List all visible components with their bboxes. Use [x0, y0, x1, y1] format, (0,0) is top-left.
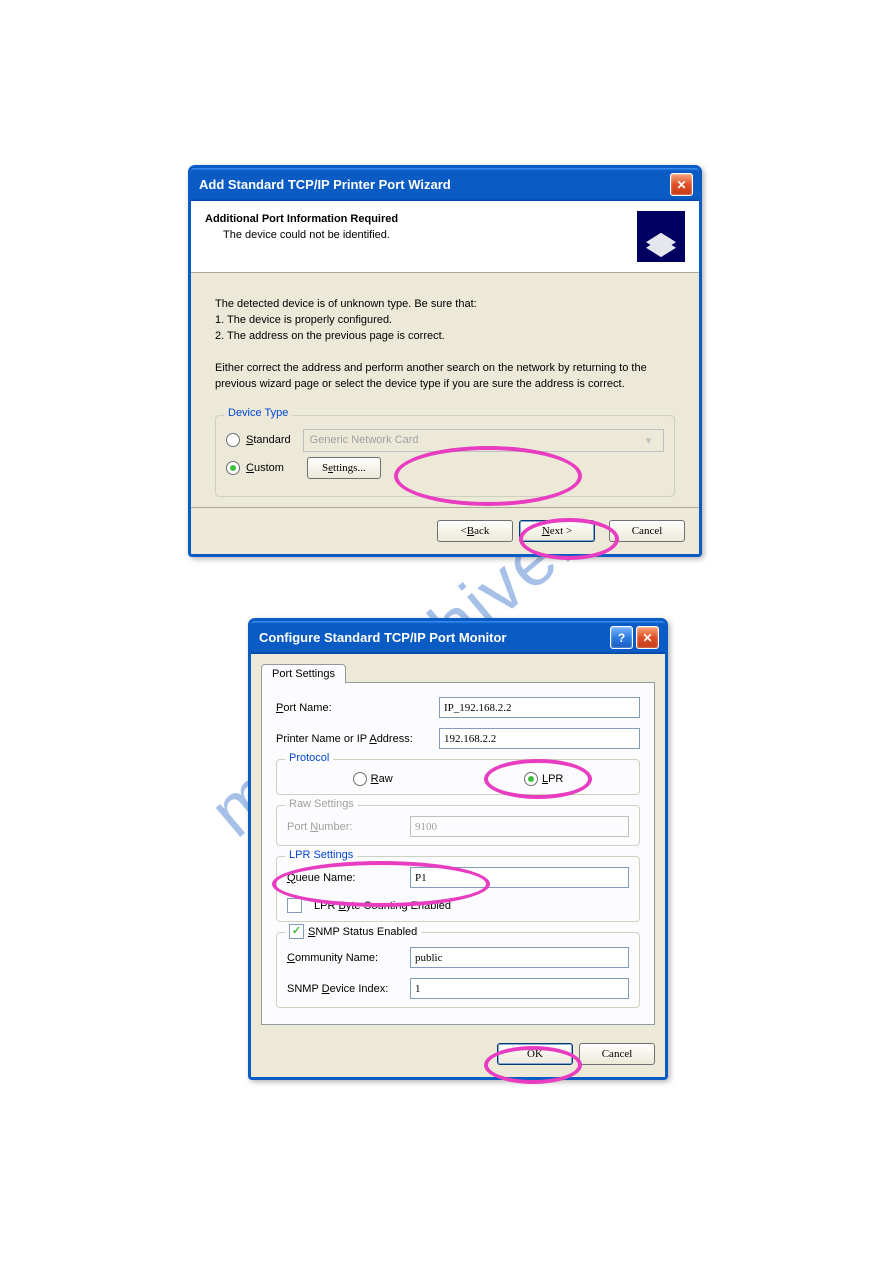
custom-radio[interactable]	[226, 461, 240, 475]
device-type-legend: Device Type	[224, 407, 292, 419]
snmp-group: SNMP Status Enabled Community Name: publ…	[276, 932, 640, 1008]
community-name-input[interactable]: public	[410, 947, 629, 968]
standard-radio[interactable]	[226, 433, 240, 447]
back-button[interactable]: < Back	[437, 520, 513, 542]
ok-button[interactable]: OK	[497, 1043, 573, 1065]
port-name-input[interactable]: IP_192.168.2.2	[439, 697, 640, 718]
raw-settings-legend: Raw Settings	[285, 798, 358, 810]
printer-icon	[637, 211, 685, 262]
standard-radio-label: Standard	[246, 434, 291, 446]
queue-name-input[interactable]: P1	[410, 867, 629, 888]
lpr-byte-counting-label: LPR Byte Counting Enabled	[314, 900, 451, 912]
device-type-group: Device Type Standard Generic Network Car…	[215, 415, 675, 497]
community-name-label: Community Name:	[287, 952, 402, 964]
tab-port-settings[interactable]: Port Settings	[261, 664, 346, 683]
wizard-header: Additional Port Information Required The…	[191, 201, 699, 273]
lpr-settings-legend: LPR Settings	[285, 849, 357, 861]
raw-settings-group: Raw Settings Port Number: 9100	[276, 805, 640, 846]
port-number-input: 9100	[410, 816, 629, 837]
port-monitor-dialog: Configure Standard TCP/IP Port Monitor ?…	[248, 618, 668, 1080]
snmp-enabled-label: SNMP Status Enabled	[308, 926, 417, 938]
protocol-group: Protocol Raw LPR	[276, 759, 640, 795]
port-monitor-title-text: Configure Standard TCP/IP Port Monitor	[259, 630, 506, 645]
close-icon[interactable]: ✕	[670, 173, 693, 196]
snmp-index-input[interactable]: 1	[410, 978, 629, 999]
raw-radio[interactable]	[353, 772, 367, 786]
lpr-radio[interactable]	[524, 772, 538, 786]
wizard-titlebar[interactable]: Add Standard TCP/IP Printer Port Wizard …	[191, 168, 699, 201]
next-button[interactable]: Next >	[519, 520, 595, 542]
cancel-button[interactable]: Cancel	[579, 1043, 655, 1065]
port-name-label: Port Name:	[276, 702, 431, 714]
wizard-header-subtitle: The device could not be identified.	[205, 229, 398, 241]
printer-address-label: Printer Name or IP Address:	[276, 733, 431, 745]
settings-button[interactable]: Settings...	[307, 457, 381, 479]
wizard-body-text: The detected device is of unknown type. …	[215, 297, 675, 393]
tab-panel: Port Name: IP_192.168.2.2 Printer Name o…	[261, 682, 655, 1025]
help-icon[interactable]: ?	[610, 626, 633, 649]
close-icon[interactable]: ✕	[636, 626, 659, 649]
raw-radio-label: Raw	[371, 773, 393, 785]
device-dropdown: Generic Network Card ▾	[303, 429, 664, 452]
lpr-settings-group: LPR Settings Queue Name: P1 LPR Byte Cou…	[276, 856, 640, 922]
port-number-label: Port Number:	[287, 821, 402, 833]
port-monitor-titlebar[interactable]: Configure Standard TCP/IP Port Monitor ?…	[251, 621, 665, 654]
queue-name-label: Queue Name:	[287, 872, 402, 884]
protocol-legend: Protocol	[285, 752, 333, 764]
wizard-dialog: Add Standard TCP/IP Printer Port Wizard …	[188, 165, 702, 557]
lpr-byte-counting-checkbox[interactable]	[287, 898, 302, 913]
cancel-button[interactable]: Cancel	[609, 520, 685, 542]
wizard-title-text: Add Standard TCP/IP Printer Port Wizard	[199, 177, 451, 192]
lpr-radio-label: LPR	[542, 773, 563, 785]
custom-radio-label: Custom	[246, 462, 301, 474]
printer-address-input[interactable]: 192.168.2.2	[439, 728, 640, 749]
wizard-header-title: Additional Port Information Required	[205, 213, 398, 225]
chevron-down-icon: ▾	[640, 432, 657, 449]
snmp-enabled-checkbox[interactable]	[289, 924, 304, 939]
snmp-index-label: SNMP Device Index:	[287, 983, 402, 995]
